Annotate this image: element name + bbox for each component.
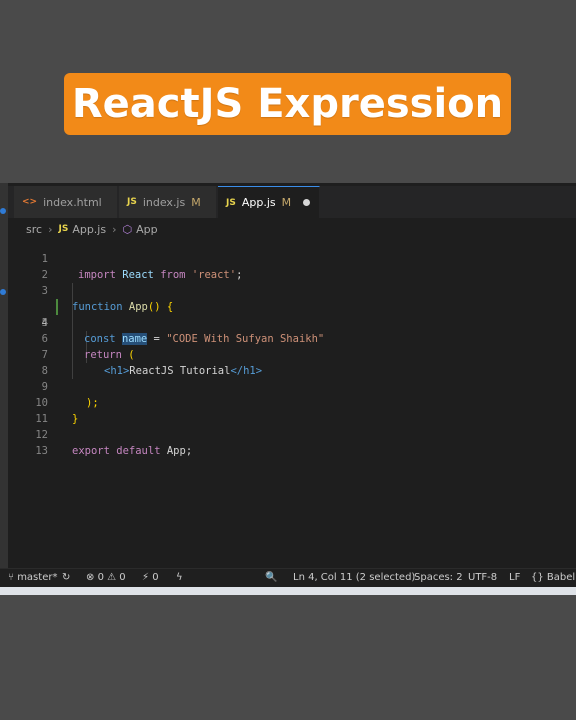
- lightning-icon[interactable]: ϟ: [176, 572, 183, 583]
- js-file-icon: JS: [58, 224, 69, 234]
- breadcrumb-file[interactable]: App.js: [72, 223, 106, 236]
- code-line-6[interactable]: 6 return (: [0, 315, 576, 361]
- tab-index-html[interactable]: <> index.html: [14, 186, 118, 218]
- sync-icon[interactable]: ↻: [62, 572, 70, 583]
- ports-indicator[interactable]: ⚡ 0: [142, 572, 159, 583]
- code-line-1[interactable]: 1 import React from 'react';: [0, 235, 576, 281]
- source-control-branch[interactable]: ⑂ master*: [8, 572, 57, 583]
- error-icon: ⊗: [86, 572, 98, 583]
- code-line-12[interactable]: 12 export default App;: [0, 411, 576, 457]
- code-line-10[interactable]: 10 }: [0, 379, 576, 425]
- js-file-icon: JS: [127, 197, 137, 207]
- tab-app-js[interactable]: JS App.js M: [218, 186, 320, 218]
- warning-icon: ⚠: [107, 572, 120, 583]
- js-file-icon: JS: [226, 197, 236, 208]
- code-line-3[interactable]: 3 function App() {: [0, 267, 576, 313]
- broadcast-icon: ⚡: [142, 572, 153, 583]
- os-taskbar: [0, 587, 576, 595]
- tab-index-js[interactable]: JS index.js M: [119, 186, 217, 218]
- code-line-11[interactable]: 11: [0, 395, 576, 425]
- banner-title: ReactJS Expression: [71, 81, 504, 127]
- zoom-icon[interactable]: 🔍: [265, 572, 277, 583]
- html-file-icon: <>: [22, 197, 38, 207]
- chevron-right-icon: ›: [48, 222, 53, 236]
- code-line-2[interactable]: 2: [0, 251, 576, 281]
- language-mode[interactable]: {} Babel: [531, 572, 575, 583]
- cursor-position[interactable]: Ln 4, Col 11 (2 selected): [293, 572, 415, 583]
- code-line-8[interactable]: 8: [0, 347, 576, 377]
- end-of-line[interactable]: LF: [509, 572, 520, 583]
- code-line-9[interactable]: 9 );: [0, 363, 576, 409]
- chevron-right-icon: ›: [112, 222, 117, 236]
- indentation[interactable]: Spaces: 2: [414, 572, 463, 583]
- code-line-4[interactable]: 4 const name = "CODE With Sufyan Shaikh": [0, 283, 576, 345]
- title-banner: ReactJS Expression: [64, 73, 511, 135]
- bottom-background: [0, 595, 576, 720]
- problems-indicator[interactable]: ⊗ 0 ⚠ 0: [86, 572, 126, 583]
- modified-badge: M: [281, 196, 292, 209]
- encoding[interactable]: UTF-8: [468, 572, 497, 583]
- braces-icon: {}: [531, 572, 547, 583]
- code-editor-window: <> index.html JS index.js M JS App.js M …: [0, 183, 576, 595]
- unsaved-dot-icon[interactable]: [303, 199, 311, 206]
- status-bar: ⑂ master* ↻ ⊗ 0 ⚠ 0 ⚡ 0 ϟ 🔍 Ln 4, Col 11…: [0, 568, 576, 587]
- modified-badge: M: [191, 195, 201, 209]
- notification-dot-icon[interactable]: [0, 208, 6, 214]
- breadcrumb-folder[interactable]: src: [26, 223, 42, 236]
- symbol-cube-icon: ⬡: [122, 222, 133, 236]
- code-line-13[interactable]: 13: [0, 427, 576, 457]
- branch-icon: ⑂: [8, 572, 18, 583]
- code-line-7[interactable]: 7 <h1>ReactJS Tutorial</h1>: [0, 331, 576, 377]
- code-line-5[interactable]: 5: [0, 299, 576, 329]
- tab-bar: <> index.html JS index.js M JS App.js M: [0, 186, 576, 218]
- breadcrumb-symbol[interactable]: App: [136, 223, 158, 236]
